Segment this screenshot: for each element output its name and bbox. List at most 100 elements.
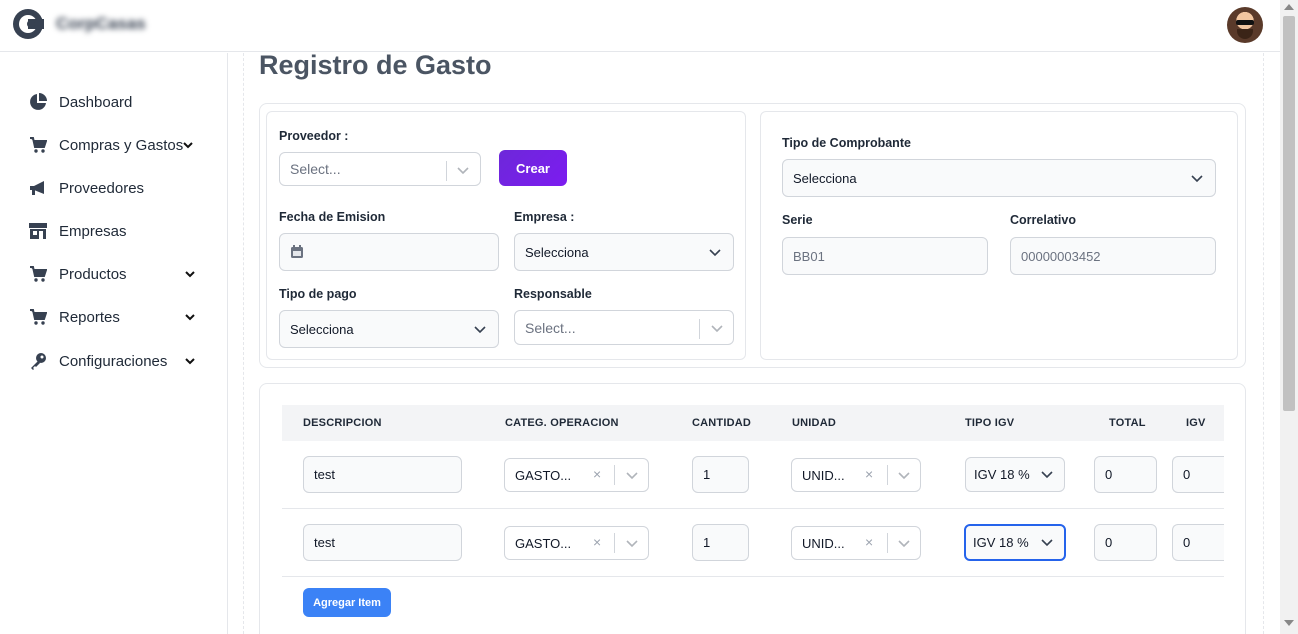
select-separator [446, 161, 447, 181]
tipo-igv-value: IGV 18 % [973, 535, 1029, 550]
empresa-value: Selecciona [525, 244, 589, 260]
chevron-down-icon[interactable] [184, 311, 196, 323]
clear-icon[interactable]: × [593, 535, 601, 549]
sidebar-item-label: Productos [59, 265, 127, 283]
cantidad-value: 1 [703, 467, 711, 482]
row1-unidad-select[interactable]: UNID... × [791, 458, 921, 492]
select-separator [887, 533, 888, 553]
agregar-item-button[interactable]: Agregar Item [303, 588, 391, 617]
row1-descripcion-input[interactable]: test [303, 456, 462, 493]
serie-label: Serie [782, 213, 813, 227]
vertical-scrollbar[interactable] [1280, 0, 1298, 634]
descripcion-value: test [314, 467, 335, 482]
chevron-down-icon[interactable] [898, 539, 910, 549]
scroll-up-arrow[interactable] [1284, 4, 1294, 10]
chevron-down-icon[interactable] [184, 268, 196, 280]
sidebar-item-dashboard[interactable]: Dashboard [28, 90, 208, 114]
row1-igv-input[interactable]: 0 [1172, 456, 1224, 493]
select-separator [614, 533, 615, 553]
chevron-down-icon[interactable] [898, 471, 910, 481]
chevron-down-icon[interactable] [1191, 174, 1203, 184]
store-icon [28, 221, 48, 241]
row2-descripcion-input[interactable]: test [303, 524, 462, 561]
fecha-emision-label: Fecha de Emision [279, 210, 386, 224]
page-title: Registro de Gasto [259, 50, 492, 80]
row1-tipo-igv-select[interactable]: IGV 18 % [965, 457, 1065, 492]
select-separator [699, 319, 700, 339]
sidebar-item-compras-y-gastos[interactable]: Compras y Gastos [28, 133, 208, 157]
responsable-label: Responsable [514, 287, 592, 301]
responsable-select[interactable]: Select... [514, 310, 734, 345]
row-divider [282, 576, 1224, 577]
chevron-down-icon[interactable] [1041, 538, 1053, 548]
tipo-pago-select[interactable]: Selecciona [279, 310, 499, 348]
row2-categoria-select[interactable]: GASTO... × [504, 526, 649, 560]
brand-name: CorpCasas [56, 14, 146, 33]
sidebar-item-label: Compras y Gastos [59, 136, 184, 154]
row1-categoria-select[interactable]: GASTO... × [504, 458, 649, 492]
categoria-value: GASTO... [515, 535, 572, 551]
top-bar: CorpCasas [0, 0, 1280, 52]
sidebar-item-label: Dashboard [59, 93, 133, 111]
pie-chart-icon [28, 92, 48, 112]
chevron-down-icon[interactable] [711, 323, 723, 333]
row1-total-input[interactable]: 0 [1094, 456, 1157, 493]
app-window: CorpCasas Dashboard Compras y Gastos Pro… [0, 0, 1298, 634]
chevron-down-icon[interactable] [474, 325, 486, 335]
column-header-igv: IGV [1186, 417, 1206, 429]
tipo-comprobante-select[interactable]: Selecciona [782, 159, 1216, 197]
logo-icon[interactable] [12, 8, 44, 40]
column-header-cantidad: CANTIDAD [692, 417, 752, 429]
row-divider [282, 508, 1224, 509]
fecha-emision-field[interactable] [279, 233, 499, 271]
clear-icon[interactable]: × [593, 467, 601, 481]
chevron-down-icon[interactable] [182, 139, 194, 151]
sidebar-item-configuraciones[interactable]: Configuraciones [28, 349, 208, 373]
row2-total-input[interactable]: 0 [1094, 524, 1157, 561]
cart-icon [28, 135, 48, 155]
chevron-down-icon[interactable] [626, 471, 638, 481]
avatar-beard [1237, 29, 1253, 39]
empresa-select[interactable]: Selecciona [514, 233, 734, 271]
chevron-down-icon[interactable] [626, 539, 638, 549]
unidad-value: UNID... [802, 535, 845, 551]
avatar[interactable] [1227, 7, 1263, 43]
chevron-down-icon[interactable] [184, 355, 196, 367]
chevron-down-icon[interactable] [709, 248, 721, 258]
clear-icon[interactable]: × [865, 535, 873, 549]
total-value: 0 [1105, 535, 1113, 550]
correlativo-placeholder: 00000003452 [1021, 248, 1101, 264]
tipo-pago-value: Selecciona [290, 321, 354, 337]
proveedor-select[interactable]: Select... [279, 152, 481, 186]
row1-cantidad-input[interactable]: 1 [692, 456, 749, 493]
row2-igv-input[interactable]: 0 [1172, 524, 1224, 561]
serie-field[interactable]: BB01 [782, 237, 988, 275]
scroll-thumb[interactable] [1283, 16, 1295, 411]
sidebar-item-empresas[interactable]: Empresas [28, 219, 208, 243]
chevron-down-icon[interactable] [1041, 470, 1053, 480]
scroll-down-arrow[interactable] [1284, 620, 1294, 626]
chevron-down-icon[interactable] [457, 165, 469, 175]
sidebar-item-productos[interactable]: Productos [28, 262, 208, 286]
tipo-comprobante-label: Tipo de Comprobante [782, 136, 911, 150]
row2-tipo-igv-select[interactable]: IGV 18 % [964, 524, 1066, 561]
sidebar-item-label: Reportes [59, 308, 120, 326]
sidebar-item-proveedores[interactable]: Proveedores [28, 176, 208, 200]
categoria-value: GASTO... [515, 467, 572, 483]
key-icon [28, 351, 48, 371]
column-header-descripcion: DESCRIPCION [303, 417, 382, 429]
table-header: DESCRIPCION CATEG. OPERACION CANTIDAD UN… [282, 405, 1224, 441]
sidebar-item-reportes[interactable]: Reportes [28, 305, 208, 329]
row2-unidad-select[interactable]: UNID... × [791, 526, 921, 560]
crear-button[interactable]: Crear [499, 150, 567, 186]
calendar-icon[interactable] [290, 245, 304, 259]
correlativo-field[interactable]: 00000003452 [1010, 237, 1216, 275]
clear-icon[interactable]: × [865, 467, 873, 481]
row2-cantidad-input[interactable]: 1 [692, 524, 749, 561]
serie-placeholder: BB01 [793, 248, 825, 264]
column-header-unidad: UNIDAD [792, 417, 836, 429]
total-value: 0 [1105, 467, 1113, 482]
select-separator [614, 465, 615, 485]
responsable-placeholder: Select... [525, 319, 576, 336]
cart-icon [28, 264, 48, 284]
